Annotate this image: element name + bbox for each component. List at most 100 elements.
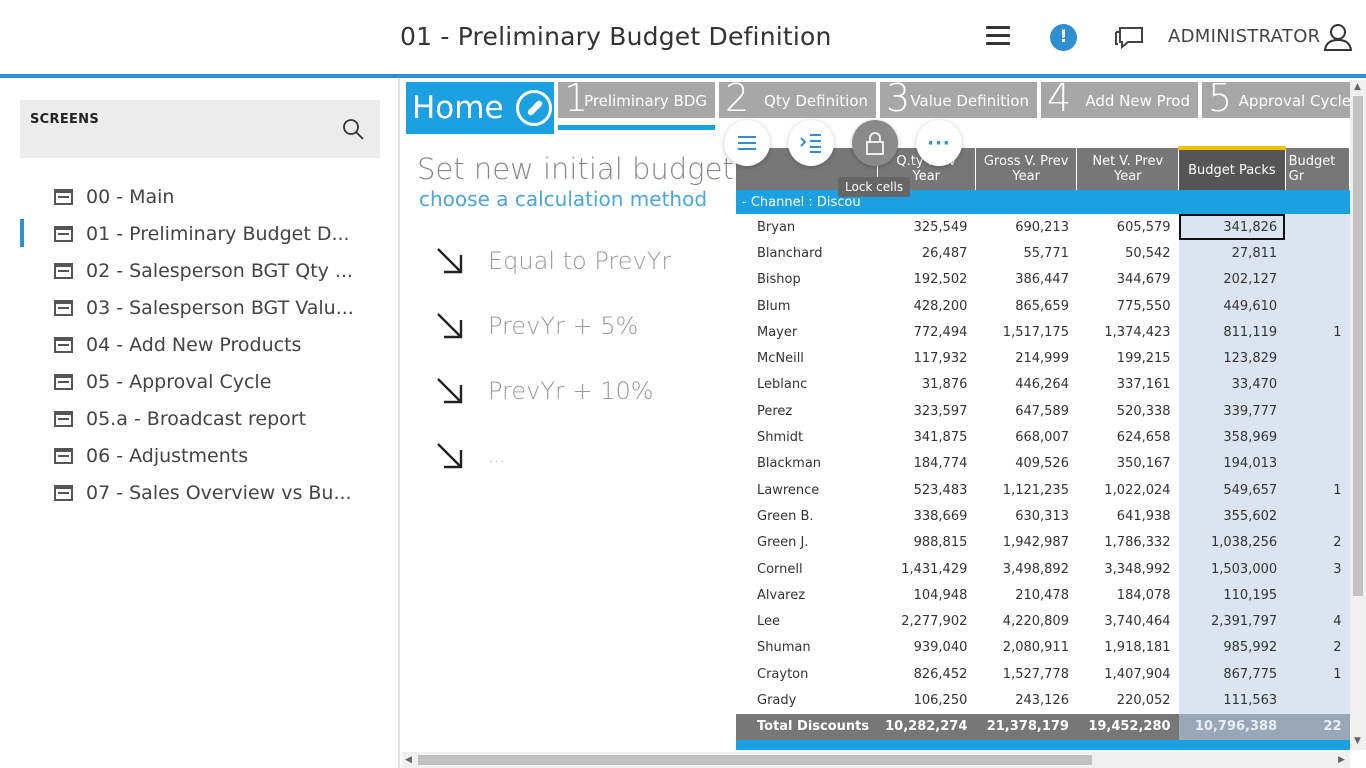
table-row[interactable]: Mayer 772,494 1,517,175 1,374,423 811,119 1 [736,319,1350,346]
budget-packs-cell[interactable]: 549,657 [1178,476,1286,504]
table-row[interactable]: Cornell 1,431,429 3,498,892 3,348,992 1,503,… [736,555,1350,583]
budget-gross-cell[interactable]: 3 [1285,555,1350,583]
budget-packs-cell[interactable]: 123,829 [1178,345,1286,372]
budget-packs-cell[interactable]: 1,503,000 [1178,555,1286,583]
chat-icon[interactable] [1113,24,1145,52]
vertical-scrollbar[interactable]: ▲ ▼ [1350,80,1366,750]
budget-packs-cell[interactable]: 358,969 [1178,424,1286,451]
budget-gross-cell[interactable] [1285,292,1350,320]
sidebar-item-salesperson-value[interactable]: 03 - Salesperson BGT Valu... [0,289,398,326]
scroll-right-arrow-icon[interactable]: ▶ [1338,755,1345,765]
budget-gross-cell[interactable] [1285,450,1350,477]
table-row[interactable]: Green B. 338,669 630,313 641,938 355,602 [736,503,1350,530]
user-name[interactable]: ADMINISTRATOR [1168,26,1320,47]
sidebar-item-add-new-products[interactable]: 04 - Add New Products [0,326,398,363]
table-row[interactable]: Blanchard 26,487 55,771 50,542 27,811 [736,240,1350,267]
scroll-down-arrow-icon[interactable]: ▼ [1354,736,1361,746]
budget-gross-cell[interactable] [1285,582,1350,609]
sidebar-item-preliminary-budget[interactable]: 01 - Preliminary Budget D... [0,215,398,252]
budget-packs-cell[interactable]: 985,992 [1178,634,1286,662]
budget-gross-cell[interactable]: 1 [1285,661,1350,688]
budget-gross-cell[interactable] [1285,345,1350,372]
budget-gross-cell[interactable] [1285,240,1350,267]
table-row[interactable]: Green J. 988,815 1,942,987 1,786,332 1,038,2… [736,529,1350,556]
budget-gross-cell[interactable]: 2 [1285,529,1350,556]
table-row[interactable]: Shmidt 341,875 668,007 624,658 358,969 [736,424,1350,451]
budget-packs-cell[interactable]: 339,777 [1178,398,1286,425]
lock-cells-button[interactable] [852,120,898,166]
sidebar-item-adjustments[interactable]: 06 - Adjustments [0,437,398,474]
scroll-up-arrow-icon[interactable]: ▲ [1354,82,1361,92]
budget-gross-cell[interactable]: 2 [1285,634,1350,662]
column-header-net-prev-year[interactable]: Net V. Prev Year [1076,148,1180,190]
vertical-scroll-thumb[interactable] [1353,96,1363,596]
horizontal-scroll-thumb[interactable] [418,755,1092,765]
budget-gross-cell[interactable]: 1 [1285,319,1350,346]
hamburger-menu-icon[interactable] [986,26,1010,46]
table-row[interactable]: Crayton 826,452 1,527,778 1,407,904 867,775 1 [736,661,1350,688]
budget-packs-cell[interactable]: 110,195 [1178,582,1286,609]
tab-step-qty-definition[interactable]: 2 Qty Definition [719,78,876,120]
budget-gross-cell[interactable] [1285,398,1350,425]
table-row[interactable]: Blackman 184,774 409,526 350,167 194,013 [736,450,1350,477]
scroll-left-arrow-icon[interactable]: ◀ [405,755,412,765]
tab-step-value-definition[interactable]: 3 Value Definition [880,78,1037,120]
column-header-gross-prev-year[interactable]: Gross V. Prev Year [975,148,1078,190]
budget-packs-cell[interactable]: 27,811 [1178,240,1286,267]
channel-group-row[interactable]: - Channel : Discou [736,190,1350,214]
column-header-budget-gross[interactable]: Budget Gr [1285,148,1350,190]
sidebar-item-sales-overview[interactable]: 07 - Sales Overview vs Bu... [0,474,398,511]
table-row[interactable]: Shuman 939,040 2,080,911 1,918,181 985,992 2 [736,634,1350,662]
budget-gross-cell[interactable] [1285,266,1350,293]
table-row[interactable]: Grady 106,250 243,126 220,052 111,563 [736,687,1350,714]
sidebar-item-salesperson-qty[interactable]: 02 - Salesperson BGT Qty ... [0,252,398,289]
tab-step-approval-cycle[interactable]: 5 Approval Cycle [1202,78,1359,120]
budget-packs-cell[interactable]: 341,826 [1178,214,1286,241]
budget-gross-cell[interactable] [1285,687,1350,714]
table-row[interactable]: Lee 2,277,902 4,220,809 3,740,464 2,391,797 4 [736,608,1350,635]
budget-gross-cell[interactable]: 4 [1285,608,1350,635]
budget-gross-cell[interactable] [1285,371,1350,399]
horizontal-scrollbar[interactable]: ◀ ▶ [402,752,1350,768]
table-row[interactable]: Bryan 325,549 690,213 605,579 341,826 [736,214,1350,241]
method-prevyr-10[interactable]: PrevYr + 10% [434,371,654,411]
table-row[interactable]: Lawrence 523,483 1,121,235 1,022,024 549,657… [736,476,1350,504]
table-row[interactable]: Blum 428,200 865,659 775,550 449,610 [736,292,1350,320]
indent-button[interactable] [788,120,834,166]
table-row[interactable]: Leblanc 31,876 446,264 337,161 33,470 [736,371,1350,399]
budget-packs-cell[interactable]: 2,391,797 [1178,608,1286,635]
tab-step-add-new-prod[interactable]: 4 Add New Prod [1041,78,1198,120]
more-options-button[interactable]: ··· [916,120,962,166]
table-row[interactable]: Bishop 192,502 386,447 344,679 202,127 [736,266,1350,293]
table-row[interactable]: Perez 323,597 647,589 520,338 339,777 [736,398,1350,425]
column-header-budget-packs[interactable]: Budget Packs [1178,146,1286,190]
budget-gross-cell[interactable] [1285,503,1350,530]
budget-packs-cell[interactable]: 194,013 [1178,450,1286,477]
menu-button[interactable] [724,120,770,166]
budget-packs-cell[interactable]: 355,602 [1178,503,1286,530]
table-row[interactable]: Alvarez 104,948 210,478 184,078 110,195 [736,582,1350,609]
search-icon[interactable] [342,118,364,140]
budget-gross-cell[interactable] [1285,424,1350,451]
budget-packs-cell[interactable]: 449,610 [1178,292,1286,320]
budget-packs-cell[interactable]: 33,470 [1178,371,1286,399]
alert-icon[interactable]: ! [1050,24,1077,51]
method-prevyr-5[interactable]: PrevYr + 5% [434,306,638,346]
sidebar-item-approval-cycle[interactable]: 05 - Approval Cycle [0,363,398,400]
sidebar-item-broadcast-report[interactable]: 05.a - Broadcast report [0,400,398,437]
method-equal-prevyr[interactable]: Equal to PrevYr [434,241,671,281]
tab-step-preliminary-bdg[interactable]: 1 Preliminary BDG [558,78,715,130]
next-channel-row[interactable] [736,739,1350,750]
budget-packs-cell[interactable]: 111,563 [1178,687,1286,714]
table-row[interactable]: McNeill 117,932 214,999 199,215 123,829 [736,345,1350,372]
user-icon[interactable] [1322,22,1354,52]
sidebar-item-main[interactable]: 00 - Main [0,178,398,215]
budget-packs-cell[interactable]: 202,127 [1178,266,1286,293]
tab-home[interactable]: Home [406,82,554,134]
budget-packs-cell[interactable]: 867,775 [1178,661,1286,688]
budget-gross-cell[interactable] [1285,214,1350,241]
budget-packs-cell[interactable]: 811,119 [1178,319,1286,346]
budget-gross-cell[interactable]: 1 [1285,476,1350,504]
budget-packs-cell[interactable]: 1,038,256 [1178,529,1286,556]
method-more[interactable]: ... [434,436,505,476]
